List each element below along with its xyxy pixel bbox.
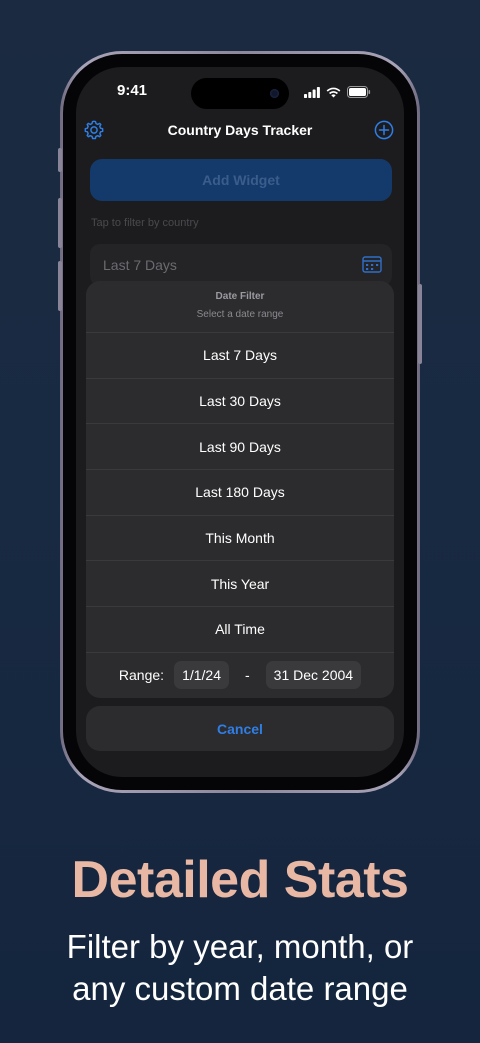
add-widget-button[interactable]: Add Widget [90,159,392,201]
range-label: Range: [118,666,165,683]
sheet-title: Date Filter [215,291,265,302]
volume-down-button [58,261,62,311]
marketing-headline: Detailed Stats [71,851,409,909]
calendar-icon [362,255,382,278]
app-screen: 9:41 Country Days Tracker Add Widget Tap… [76,67,404,777]
wifi-icon [326,87,341,97]
status-icons [304,86,371,98]
filter-hint: Tap to filter by country [91,217,199,229]
marketing-subline-line-1: Filter by year, month, or [66,928,414,965]
option-last-7-days[interactable]: Last 7 Days [86,333,394,379]
date-filter-field[interactable]: Last 7 Days [90,244,392,286]
date-filter-value: Last 7 Days [103,257,177,273]
range-end-picker[interactable]: 31 Dec 2004 [265,660,362,689]
phone-frame: 9:41 Country Days Tracker Add Widget Tap… [58,51,422,793]
cancel-button[interactable]: Cancel [86,706,394,751]
range-row: Range: 1/1/24 - 31 Dec 2004 [86,653,394,697]
date-filter-sheet: Date Filter Select a date range Last 7 D… [86,281,394,698]
option-all-time[interactable]: All Time [86,607,394,653]
battery-icon [347,86,371,98]
marketing-subline: Filter by year, month, or any custom dat… [0,926,480,1010]
page-title: Country Days Tracker [167,122,313,138]
option-last-30-days[interactable]: Last 30 Days [86,379,394,425]
range-start-picker[interactable]: 1/1/24 [174,660,229,689]
volume-up-button [58,198,62,248]
dynamic-island [191,78,289,109]
camera-icon [270,89,279,98]
option-last-180-days[interactable]: Last 180 Days [86,470,394,516]
marketing-subline-line-2: any custom date range [72,970,408,1007]
sheet-header: Date Filter Select a date range [86,281,394,333]
option-this-year[interactable]: This Year [86,561,394,608]
status-time: 9:41 [117,82,148,99]
option-this-month[interactable]: This Month [86,516,394,562]
option-last-90-days[interactable]: Last 90 Days [86,424,394,471]
add-button[interactable] [374,120,394,145]
sheet-subtitle: Select a date range [196,309,284,320]
plus-circle-icon [374,120,394,140]
mute-switch [58,148,62,172]
power-button [418,284,422,364]
range-separator: - [245,666,250,683]
signal-icon [304,86,320,98]
